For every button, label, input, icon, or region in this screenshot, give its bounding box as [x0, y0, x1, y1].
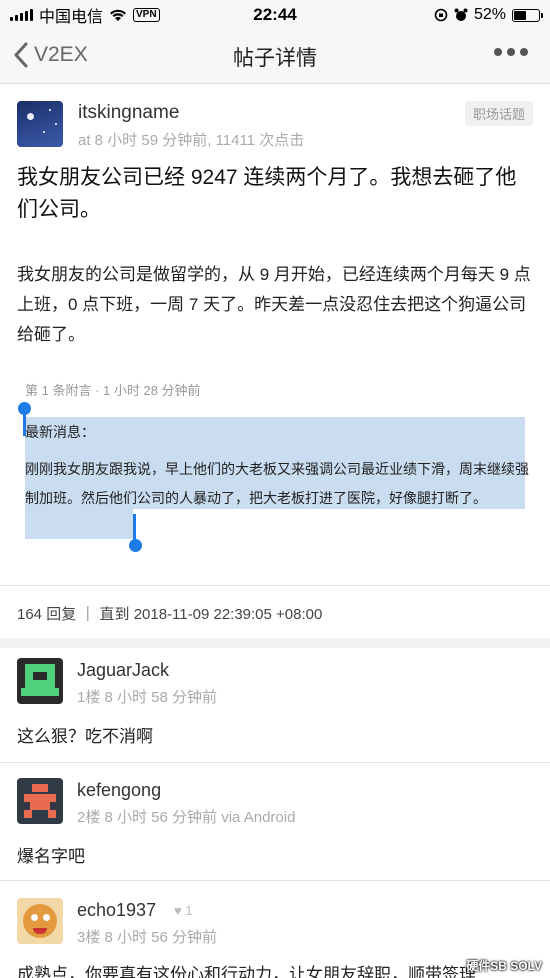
battery-percent: 52% — [473, 6, 506, 23]
topic-title: 我女朋友公司已经 9247 连续两个月了。我想去砸了他们公司。 — [17, 166, 517, 221]
navigation-bar: V2EX 帖子详情 — [0, 30, 550, 84]
carrier-label: 中国电信 — [39, 9, 104, 26]
append-line: 最新消息： — [25, 424, 95, 440]
watermark: 硬件SB SOLV — [466, 959, 542, 973]
more-dot-icon — [520, 48, 528, 56]
like-count-value: 1 — [185, 903, 193, 918]
topic-meta: at 8 小时 59 分钟前, 11411 次点击 — [78, 132, 305, 149]
section-divider — [0, 638, 550, 648]
reply-avatar[interactable] — [17, 778, 63, 824]
battery-icon — [512, 8, 543, 22]
more-dot-icon — [494, 48, 502, 56]
reply-author[interactable]: echo1937 — [77, 900, 156, 921]
divider — [0, 762, 550, 763]
node-tag[interactable]: 职场话题 — [464, 101, 533, 126]
back-button[interactable]: V2EX — [14, 42, 88, 68]
status-bar: 中国电信 VPN 22:44 52% — [0, 0, 550, 30]
rotation-lock-icon — [434, 8, 448, 22]
vpn-badge: VPN — [133, 8, 160, 22]
reply-content: 成熟点，你要真有这份心和行动力，让女朋友辞职，顺带签理 — [17, 965, 476, 978]
append-body: 最新消息： 刚刚我女朋友跟我说，早上他们的大老板又来强调公司最近业绩下滑，周末继… — [25, 418, 530, 513]
author-avatar[interactable] — [17, 101, 63, 147]
reply-meta: 3楼 8 小时 56 分钟前 — [77, 929, 218, 946]
alarm-icon — [454, 8, 468, 21]
chevron-left-icon — [14, 42, 28, 68]
signal-icon — [10, 9, 33, 21]
heart-icon: ♥ — [174, 903, 182, 918]
like-count[interactable]: ♥ 1 — [174, 903, 193, 918]
text-selection-highlight — [25, 509, 133, 539]
divider — [0, 585, 550, 586]
back-label: V2EX — [34, 43, 88, 66]
more-dot-icon — [507, 48, 515, 56]
reply-meta: 1楼 8 小时 58 分钟前 — [77, 689, 218, 706]
selection-end-handle[interactable] — [129, 539, 142, 552]
reply-meta: 2楼 8 小时 56 分钟前 via Android — [77, 809, 296, 826]
append-meta: 第 1 条附言 · 1 小时 28 分钟前 — [25, 383, 201, 398]
reply-content: 爆名字吧 — [17, 847, 85, 866]
selection-start-handle[interactable] — [18, 402, 31, 415]
reply-author[interactable]: JaguarJack — [77, 660, 169, 681]
divider — [0, 880, 550, 881]
reply-content: 这么狠？吃不消啊 — [17, 727, 153, 746]
reply-author[interactable]: kefengong — [77, 780, 161, 801]
append-line: 刚刚我女朋友跟我说，早上他们的大老板又来强调公司最近业绩下滑，周末继续强制加班。… — [25, 461, 529, 506]
wifi-icon — [110, 9, 127, 21]
more-button[interactable] — [494, 48, 528, 56]
reply-avatar[interactable] — [17, 898, 63, 944]
selection-bar — [133, 514, 136, 542]
reply-avatar[interactable] — [17, 658, 63, 704]
reply-stat: 164 回复 ｜ 直到 2018-11-09 22:39:05 +08:00 — [17, 606, 323, 623]
topic-body: 我女朋友的公司是做留学的，从 9 月开始，已经连续两个月每天 9 点上班，0 点… — [17, 265, 531, 344]
author-name[interactable]: itskingname — [78, 102, 179, 124]
